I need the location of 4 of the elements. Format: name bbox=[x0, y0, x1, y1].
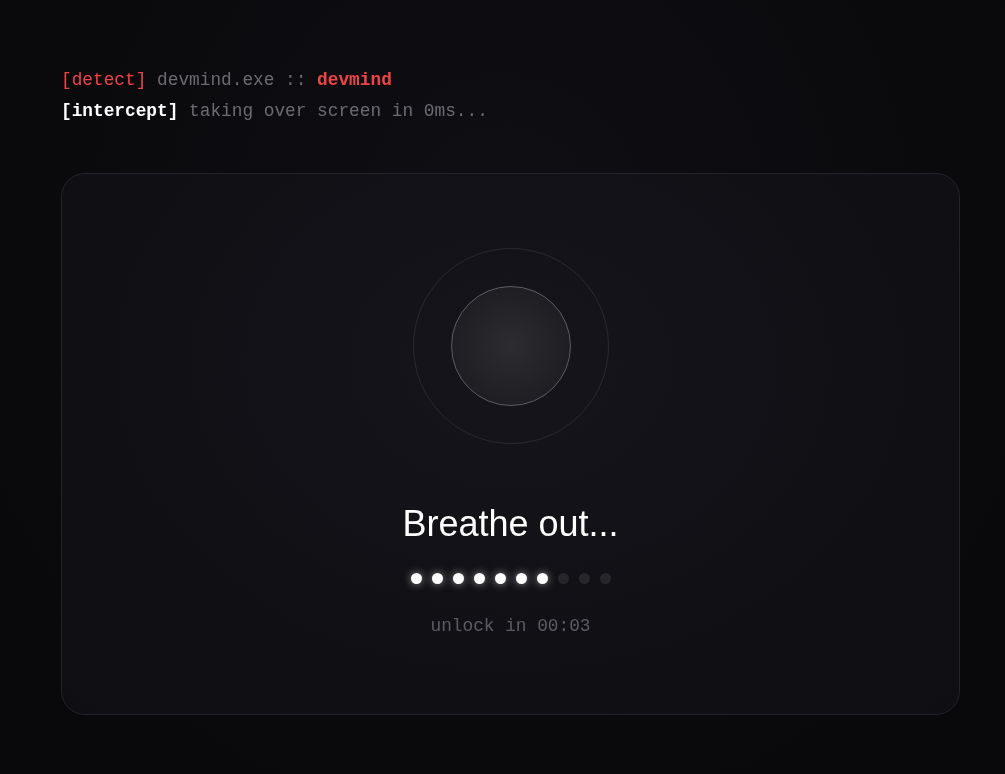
log-line: [intercept] taking over screen in 0ms... bbox=[61, 100, 488, 123]
breath-prompt: Breathe out... bbox=[402, 502, 619, 546]
log-line: [detect] devmind.exe :: devmind bbox=[61, 69, 392, 92]
countdown-text: unlock in 00:03 bbox=[430, 615, 591, 638]
